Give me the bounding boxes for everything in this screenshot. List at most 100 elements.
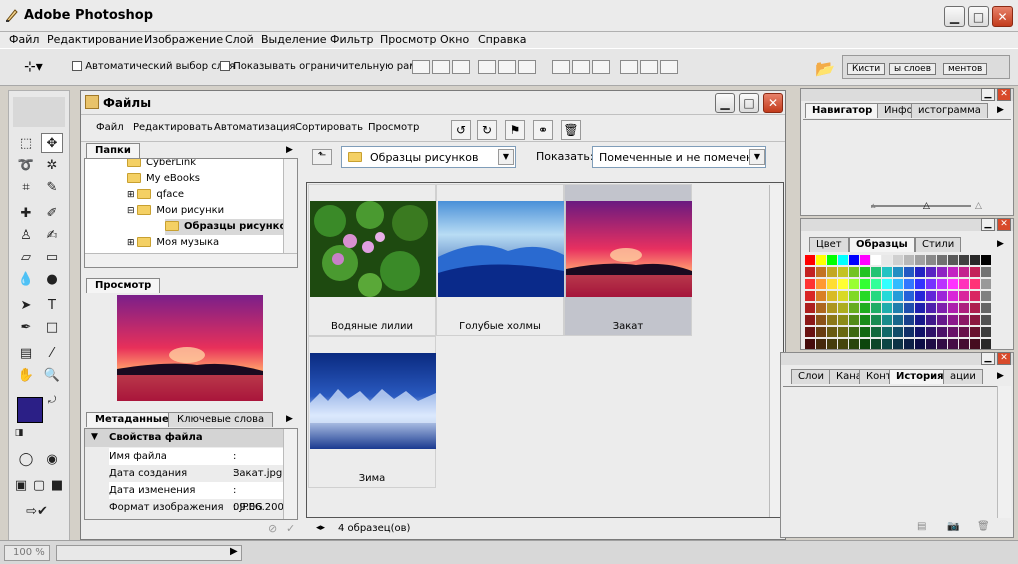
browser-maximize-button[interactable]: □ — [739, 93, 759, 113]
menu-select[interactable]: Выделение — [261, 33, 327, 46]
color-swatch[interactable] — [860, 303, 870, 313]
tab-keywords[interactable]: Ключевые слова — [168, 412, 274, 427]
color-swatch[interactable] — [871, 339, 881, 349]
color-swatch[interactable] — [915, 327, 925, 337]
panel-menu-icon[interactable]: ▶ — [997, 105, 1004, 115]
lasso-tool-icon[interactable]: ➰ — [15, 155, 37, 175]
color-swatch[interactable] — [959, 291, 969, 301]
color-swatch[interactable] — [915, 315, 925, 325]
tree-item-sample-pictures[interactable]: Образцы рисунков — [165, 219, 293, 235]
color-swatch[interactable] — [970, 291, 980, 301]
color-swatch[interactable] — [849, 303, 859, 313]
color-swatch[interactable] — [816, 291, 826, 301]
color-swatch[interactable] — [805, 339, 815, 349]
color-swatch[interactable] — [816, 267, 826, 277]
align-hcenter-icon[interactable] — [498, 60, 516, 74]
tab-metadata[interactable]: Метаданные — [86, 412, 178, 427]
dodge-tool-icon[interactable]: ● — [41, 269, 63, 289]
history-scrollbar[interactable] — [997, 386, 1011, 518]
color-swatch[interactable] — [827, 303, 837, 313]
color-swatch[interactable] — [970, 279, 980, 289]
color-swatch[interactable] — [882, 255, 892, 265]
panel-minimize-icon[interactable]: ▁ — [981, 88, 995, 101]
browser-menu-sort[interactable]: Сортировать — [295, 122, 363, 133]
color-swatch[interactable] — [849, 267, 859, 277]
color-swatch[interactable] — [959, 279, 969, 289]
color-swatch[interactable] — [937, 303, 947, 313]
color-swatch[interactable] — [805, 279, 815, 289]
color-swatch[interactable] — [838, 255, 848, 265]
color-swatch[interactable] — [860, 279, 870, 289]
color-swatch[interactable] — [937, 267, 947, 277]
slider-thumb-icon[interactable]: △ — [923, 201, 930, 211]
search-binoculars-icon[interactable]: ⚭ — [533, 120, 553, 140]
info-menu-arrow-icon[interactable]: ▶ — [230, 546, 238, 557]
color-swatch[interactable] — [882, 279, 892, 289]
auto-select-option[interactable]: Автоматический выбор слоя — [72, 61, 235, 72]
color-swatch[interactable] — [838, 303, 848, 313]
thumbnail-blue-hills[interactable]: Голубые холмы — [436, 184, 564, 336]
chevron-down-icon[interactable]: ▼ — [749, 149, 765, 165]
metadata-scrollbar[interactable] — [283, 429, 297, 519]
color-swatch[interactable] — [816, 279, 826, 289]
zoom-field[interactable]: 100 % — [4, 545, 50, 561]
color-swatch[interactable] — [981, 327, 991, 337]
magic-wand-icon[interactable]: ✲ — [41, 155, 63, 175]
color-swatch[interactable] — [805, 255, 815, 265]
cancel-circle-icon[interactable]: ⊘ — [268, 522, 277, 535]
trash-icon[interactable]: 🗑 — [561, 120, 581, 140]
color-swatch[interactable] — [849, 339, 859, 349]
color-swatch[interactable] — [959, 255, 969, 265]
color-swatch[interactable] — [948, 291, 958, 301]
menu-layer[interactable]: Слой — [225, 33, 254, 46]
menu-filter[interactable]: Фильтр — [330, 33, 374, 46]
color-swatch[interactable] — [981, 279, 991, 289]
color-swatch[interactable] — [959, 303, 969, 313]
color-swatch[interactable] — [860, 327, 870, 337]
tree-vertical-scrollbar[interactable] — [283, 159, 297, 253]
color-swatch[interactable] — [937, 291, 947, 301]
color-swatch[interactable] — [981, 255, 991, 265]
color-swatch[interactable] — [827, 255, 837, 265]
color-swatch[interactable] — [926, 315, 936, 325]
expand-icon[interactable]: ⊞ — [127, 238, 137, 248]
browser-menu-file[interactable]: Файл — [96, 122, 124, 133]
color-swatch[interactable] — [904, 303, 914, 313]
color-swatch[interactable] — [816, 327, 826, 337]
new-document-icon[interactable]: ▤ — [917, 521, 926, 532]
align-right-icon[interactable] — [518, 60, 536, 74]
color-swatch[interactable] — [827, 267, 837, 277]
color-swatch[interactable] — [893, 279, 903, 289]
zoom-tool-icon[interactable]: 🔍 — [41, 365, 63, 385]
color-swatch[interactable] — [882, 339, 892, 349]
move-tool-icon[interactable]: ✥ — [41, 133, 63, 153]
rectangle-tool-icon[interactable]: □ — [41, 317, 63, 337]
color-swatch[interactable] — [948, 267, 958, 277]
color-swatch[interactable] — [838, 267, 848, 277]
color-swatch[interactable] — [860, 255, 870, 265]
tree-item-my-ebooks[interactable]: My eBooks — [127, 171, 200, 187]
menu-edit[interactable]: Редактирование — [47, 33, 143, 46]
color-swatch[interactable] — [882, 327, 892, 337]
standard-mode-icon[interactable]: ◯ — [15, 449, 37, 469]
color-swatch[interactable] — [915, 267, 925, 277]
pen-tool-icon[interactable]: ✒ — [15, 317, 37, 337]
color-swatch[interactable] — [926, 339, 936, 349]
color-swatch[interactable] — [959, 327, 969, 337]
color-swatch[interactable] — [893, 267, 903, 277]
color-swatch[interactable] — [937, 339, 947, 349]
color-swatch[interactable] — [882, 303, 892, 313]
color-swatch[interactable] — [805, 267, 815, 277]
show-filter-dropdown[interactable]: Помеченные и не помечен... ▼ — [592, 146, 766, 168]
eyedropper-icon[interactable]: ⁄ — [41, 343, 63, 363]
color-swatch[interactable] — [805, 327, 815, 337]
browser-menu-automate[interactable]: Автоматизация — [214, 122, 295, 133]
trash-icon[interactable]: 🗑 — [977, 521, 990, 532]
color-swatch[interactable] — [904, 315, 914, 325]
color-swatch[interactable] — [849, 291, 859, 301]
color-swatch[interactable] — [816, 339, 826, 349]
full-screen-menu-icon[interactable]: ▢ — [31, 475, 47, 495]
color-swatch[interactable] — [838, 291, 848, 301]
path-select-icon[interactable]: ➤ — [15, 295, 37, 315]
tab-folders[interactable]: Папки — [86, 143, 140, 158]
